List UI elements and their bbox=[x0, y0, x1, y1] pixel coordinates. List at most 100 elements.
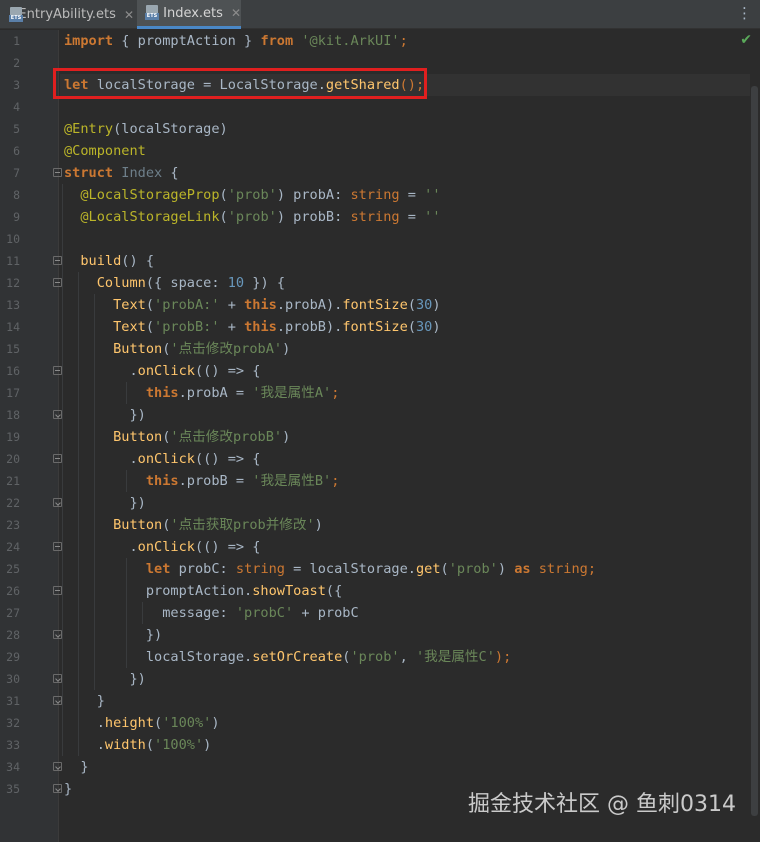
code-token: ; bbox=[331, 473, 340, 489]
code-token: (() => { bbox=[194, 451, 261, 467]
close-icon[interactable]: ✕ bbox=[231, 6, 241, 20]
code-token: ; bbox=[331, 385, 340, 401]
code-line: Text('probB:' + this.probB).fontSize(30) bbox=[64, 316, 440, 338]
code-token: ) bbox=[497, 561, 515, 577]
check-icon: ✔ bbox=[740, 32, 752, 48]
code-token: '我是属性C' bbox=[415, 649, 495, 665]
code-token: }) bbox=[64, 671, 146, 687]
code-token: { bbox=[162, 165, 179, 181]
code-token: 'prob' bbox=[227, 209, 277, 225]
code-token: 'prob' bbox=[350, 649, 400, 665]
code-token: ( bbox=[145, 737, 155, 753]
code-token: onClick bbox=[137, 363, 195, 379]
code-token: }) { bbox=[244, 275, 285, 291]
tab-index[interactable]: ETS Index.ets ✕ bbox=[137, 0, 241, 29]
code-token: @LocalStorageProp bbox=[80, 187, 220, 203]
code-token: Index bbox=[121, 165, 163, 181]
code-token: + probC bbox=[293, 605, 359, 621]
code-editor[interactable]: import { promptAction } from '@kit.ArkUI… bbox=[60, 30, 750, 842]
code-line: .onClick(() => { bbox=[64, 448, 260, 470]
code-token: ( bbox=[219, 209, 228, 225]
code-token: string bbox=[350, 187, 400, 203]
code-token: .probB). bbox=[276, 319, 343, 335]
ets-file-icon: ETS bbox=[9, 6, 23, 23]
code-line: }) bbox=[64, 668, 146, 690]
line-number-gutter: 1 2 3 4 5 6 7 8 9 10 11 12 13 14 15 16 17 18 19 20 21 22 23 24 2… bbox=[0, 30, 62, 842]
code-token: ({ bbox=[325, 583, 343, 599]
code-token: ; bbox=[399, 33, 408, 49]
tab-label: EntryAbility.ets bbox=[18, 7, 116, 22]
code-token: this bbox=[145, 473, 179, 489]
code-line: @LocalStorageProp('prob') probA: string … bbox=[64, 184, 441, 206]
code-line: @LocalStorageLink('prob') probB: string … bbox=[64, 206, 440, 228]
line-number: 21 bbox=[6, 474, 20, 488]
indent-guide bbox=[62, 184, 63, 756]
line-number: 26 bbox=[6, 584, 20, 598]
code-token: '' bbox=[424, 187, 441, 203]
code-token: ( bbox=[145, 319, 155, 335]
more-vertical-icon[interactable]: ⋮ bbox=[737, 4, 752, 22]
code-token: Column bbox=[96, 275, 146, 291]
close-icon[interactable]: ✕ bbox=[124, 8, 134, 22]
code-token: '100%' bbox=[162, 715, 212, 731]
code-token: let bbox=[145, 561, 171, 577]
code-token: ) bbox=[314, 517, 323, 533]
code-line: let probC: string = localStorage.get('pr… bbox=[64, 558, 596, 580]
code-token: 30 bbox=[416, 297, 433, 313]
code-token: Button bbox=[113, 429, 163, 445]
code-token: ) bbox=[282, 341, 291, 357]
code-token: '@kit.ArkUI' bbox=[301, 33, 400, 49]
code-token: . bbox=[64, 363, 138, 379]
code-token: '点击修改probA' bbox=[170, 341, 283, 357]
line-number: 19 bbox=[6, 430, 20, 444]
line-number: 35 bbox=[6, 782, 20, 796]
code-line: localStorage.setOrCreate('prob', '我是属性C'… bbox=[64, 646, 511, 668]
code-token: () { bbox=[121, 253, 155, 269]
code-token: this bbox=[145, 385, 179, 401]
line-number: 33 bbox=[6, 738, 20, 752]
code-token: . bbox=[64, 737, 105, 753]
ets-file-icon: ETS bbox=[145, 5, 159, 21]
code-line: @Entry(localStorage) bbox=[64, 118, 228, 140]
code-token: @LocalStorageLink bbox=[80, 209, 220, 225]
code-token: Text bbox=[113, 297, 146, 313]
code-token: Button bbox=[113, 517, 163, 533]
code-token: 'probA:' bbox=[154, 297, 220, 313]
code-token: } bbox=[64, 759, 89, 775]
code-token: import bbox=[64, 33, 114, 49]
code-token: ( bbox=[154, 715, 163, 731]
code-token: .probB = bbox=[178, 473, 253, 489]
code-token: width bbox=[104, 737, 146, 753]
tab-label: Index.ets bbox=[163, 5, 223, 21]
code-line: struct Index { bbox=[64, 162, 179, 184]
code-line: .onClick(() => { bbox=[64, 360, 260, 382]
code-token: }) bbox=[64, 407, 146, 423]
code-token: message: bbox=[64, 605, 236, 621]
scrollbar-thumb[interactable] bbox=[751, 86, 758, 816]
code-line: this.probB = '我是属性B'; bbox=[64, 470, 340, 492]
code-line: }) bbox=[64, 404, 146, 426]
line-number: 13 bbox=[6, 298, 20, 312]
vertical-scrollbar[interactable] bbox=[750, 30, 760, 842]
code-line: } bbox=[64, 756, 89, 778]
line-number: 4 bbox=[13, 100, 20, 114]
line-number: 32 bbox=[6, 716, 20, 730]
line-number: 11 bbox=[6, 254, 20, 268]
code-token: this bbox=[244, 297, 277, 313]
line-number: 8 bbox=[13, 188, 20, 202]
code-token: ( bbox=[219, 187, 228, 203]
code-token: height bbox=[104, 715, 155, 731]
code-token: string bbox=[538, 561, 588, 577]
code-token: fontSize bbox=[342, 297, 408, 313]
tab-entryability[interactable]: ETS EntryAbility.ets ✕ bbox=[0, 0, 134, 29]
code-token: ( bbox=[145, 297, 155, 313]
code-token: Text bbox=[113, 319, 146, 335]
code-token: ) bbox=[282, 429, 291, 445]
code-token: onClick bbox=[137, 539, 195, 555]
line-number: 20 bbox=[6, 452, 20, 466]
